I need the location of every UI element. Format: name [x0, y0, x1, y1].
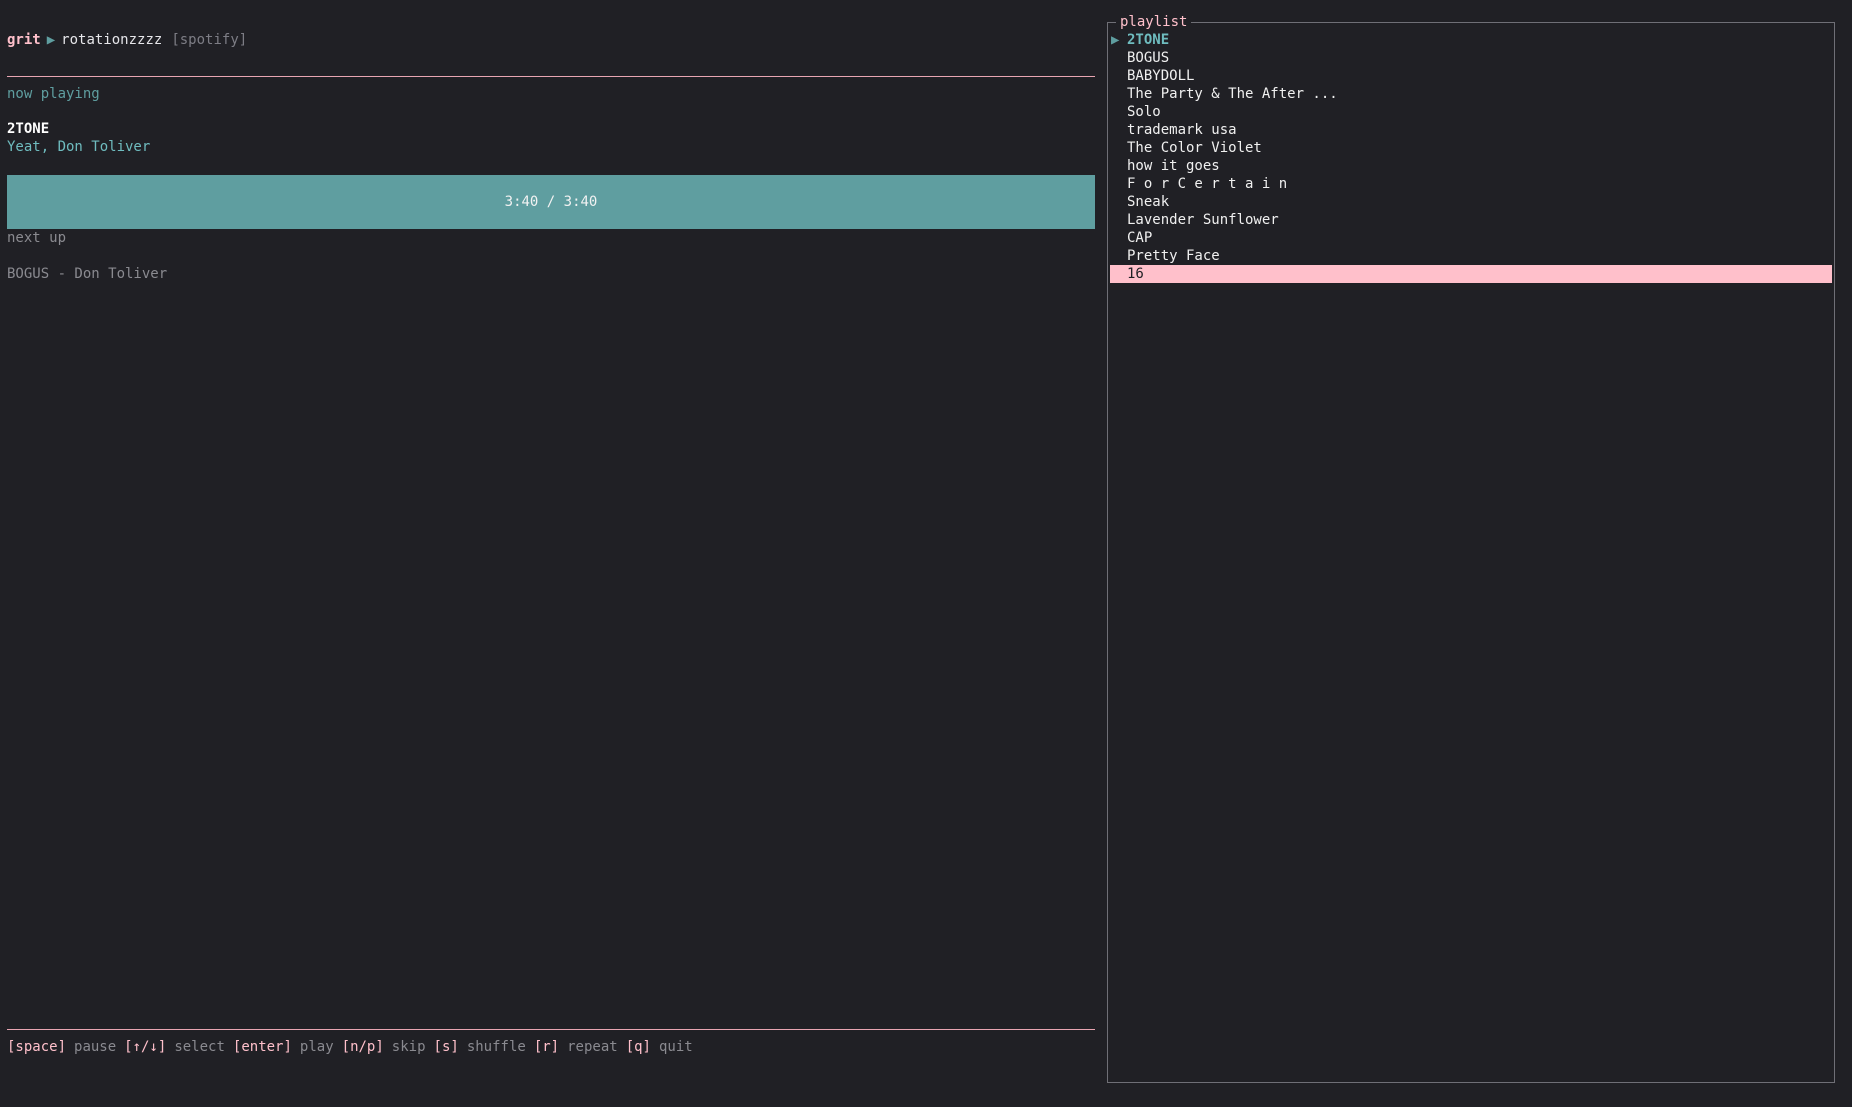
footer-divider	[7, 1029, 1095, 1030]
shortcut-action: select	[174, 1039, 225, 1055]
shortcut-action: shuffle	[466, 1039, 526, 1055]
shortcut-key: [enter]	[232, 1039, 292, 1055]
shortcut-key: [q]	[625, 1039, 651, 1055]
play-arrow-icon: ▶	[46, 32, 56, 48]
shortcut-key: [space]	[7, 1039, 67, 1055]
app-window: grit ▶ rotationzzzz [spotify] now playing 2…	[0, 0, 1852, 1107]
shortcut-action: quit	[659, 1039, 693, 1055]
playlist-item-label: BABYDOLL	[1127, 68, 1195, 84]
playlist-item-label: Lavender Sunflower	[1127, 212, 1279, 228]
playlist-item[interactable]: trademark usa	[1110, 121, 1832, 139]
shortcut-key: [r]	[533, 1039, 560, 1055]
playlist-item-label: Pretty Face	[1127, 248, 1220, 264]
shortcut-key: [↑/↓]	[124, 1039, 167, 1055]
playlist-item[interactable]: Solo	[1110, 103, 1832, 121]
playlist-item-label: Sneak	[1127, 194, 1170, 210]
playlist-item-label: The Color Violet	[1127, 140, 1262, 156]
playlist-item[interactable]: The Party & The After ...	[1110, 85, 1832, 103]
playlist-item[interactable]: BOGUS	[1110, 49, 1832, 67]
header: grit ▶ rotationzzzz [spotify]	[7, 30, 247, 50]
shortcut-key: [n/p]	[341, 1039, 384, 1055]
now-playing-artist: Yeat, Don Toliver	[7, 139, 151, 155]
shortcut-action: pause	[74, 1039, 117, 1055]
app-name: grit	[7, 32, 41, 48]
playlist-item-label: 16	[1127, 266, 1144, 282]
shortcut-action: repeat	[567, 1039, 618, 1055]
playlist-item-label: 2TONE	[1127, 32, 1170, 48]
shortcut-key: [s]	[433, 1039, 459, 1055]
playlist-name: rotationzzzz	[61, 32, 163, 48]
playlist-item-label: Solo	[1127, 104, 1161, 120]
playlist-item-label: F o r C e r t a i n	[1127, 176, 1288, 192]
playlist-item[interactable]: Pretty Face	[1110, 247, 1832, 265]
next-up-track: BOGUS - Don Toliver	[7, 266, 168, 282]
playlist-item[interactable]: ▶ 2TONE	[1110, 31, 1832, 49]
playlist-item[interactable]: 16	[1110, 265, 1832, 283]
shortcut-action: skip	[391, 1039, 426, 1055]
playlist-item[interactable]: F o r C e r t a i n	[1110, 175, 1832, 193]
now-playing-marker-icon: ▶	[1111, 32, 1120, 48]
playlist-item-label: BOGUS	[1127, 50, 1170, 66]
next-up-label: next up	[7, 230, 67, 246]
progress-time: 3:40 / 3:40	[504, 194, 598, 210]
playlist-item[interactable]: how it goes	[1110, 157, 1832, 175]
playlist-item[interactable]: The Color Violet	[1110, 139, 1832, 157]
shortcut-action: play	[299, 1039, 334, 1055]
playlist-item[interactable]: CAP	[1110, 229, 1832, 247]
now-playing-label: now playing	[7, 86, 100, 102]
progress-bar[interactable]: 3:40 / 3:40	[7, 175, 1095, 229]
playlist-list: ▶ 2TONE BOGUS BABYDOLL The Party & The After…	[1110, 31, 1832, 283]
playlist-title: playlist	[1116, 12, 1192, 32]
source-label: [spotify]	[171, 32, 248, 48]
playlist-item[interactable]: Lavender Sunflower	[1110, 211, 1832, 229]
now-playing-title: 2TONE	[7, 121, 50, 137]
shortcut-bar: [space] pause [↑/↓] select [enter] play [n/p] s…	[7, 1038, 701, 1056]
playlist-item[interactable]: Sneak	[1110, 193, 1832, 211]
playlist-item-label: The Party & The After ...	[1127, 86, 1338, 102]
playlist-item-label: how it goes	[1127, 158, 1220, 174]
playlist-item-label: CAP	[1127, 230, 1153, 246]
playlist-item-label: trademark usa	[1127, 122, 1237, 138]
header-divider	[7, 76, 1095, 77]
playlist-item[interactable]: BABYDOLL	[1110, 67, 1832, 85]
